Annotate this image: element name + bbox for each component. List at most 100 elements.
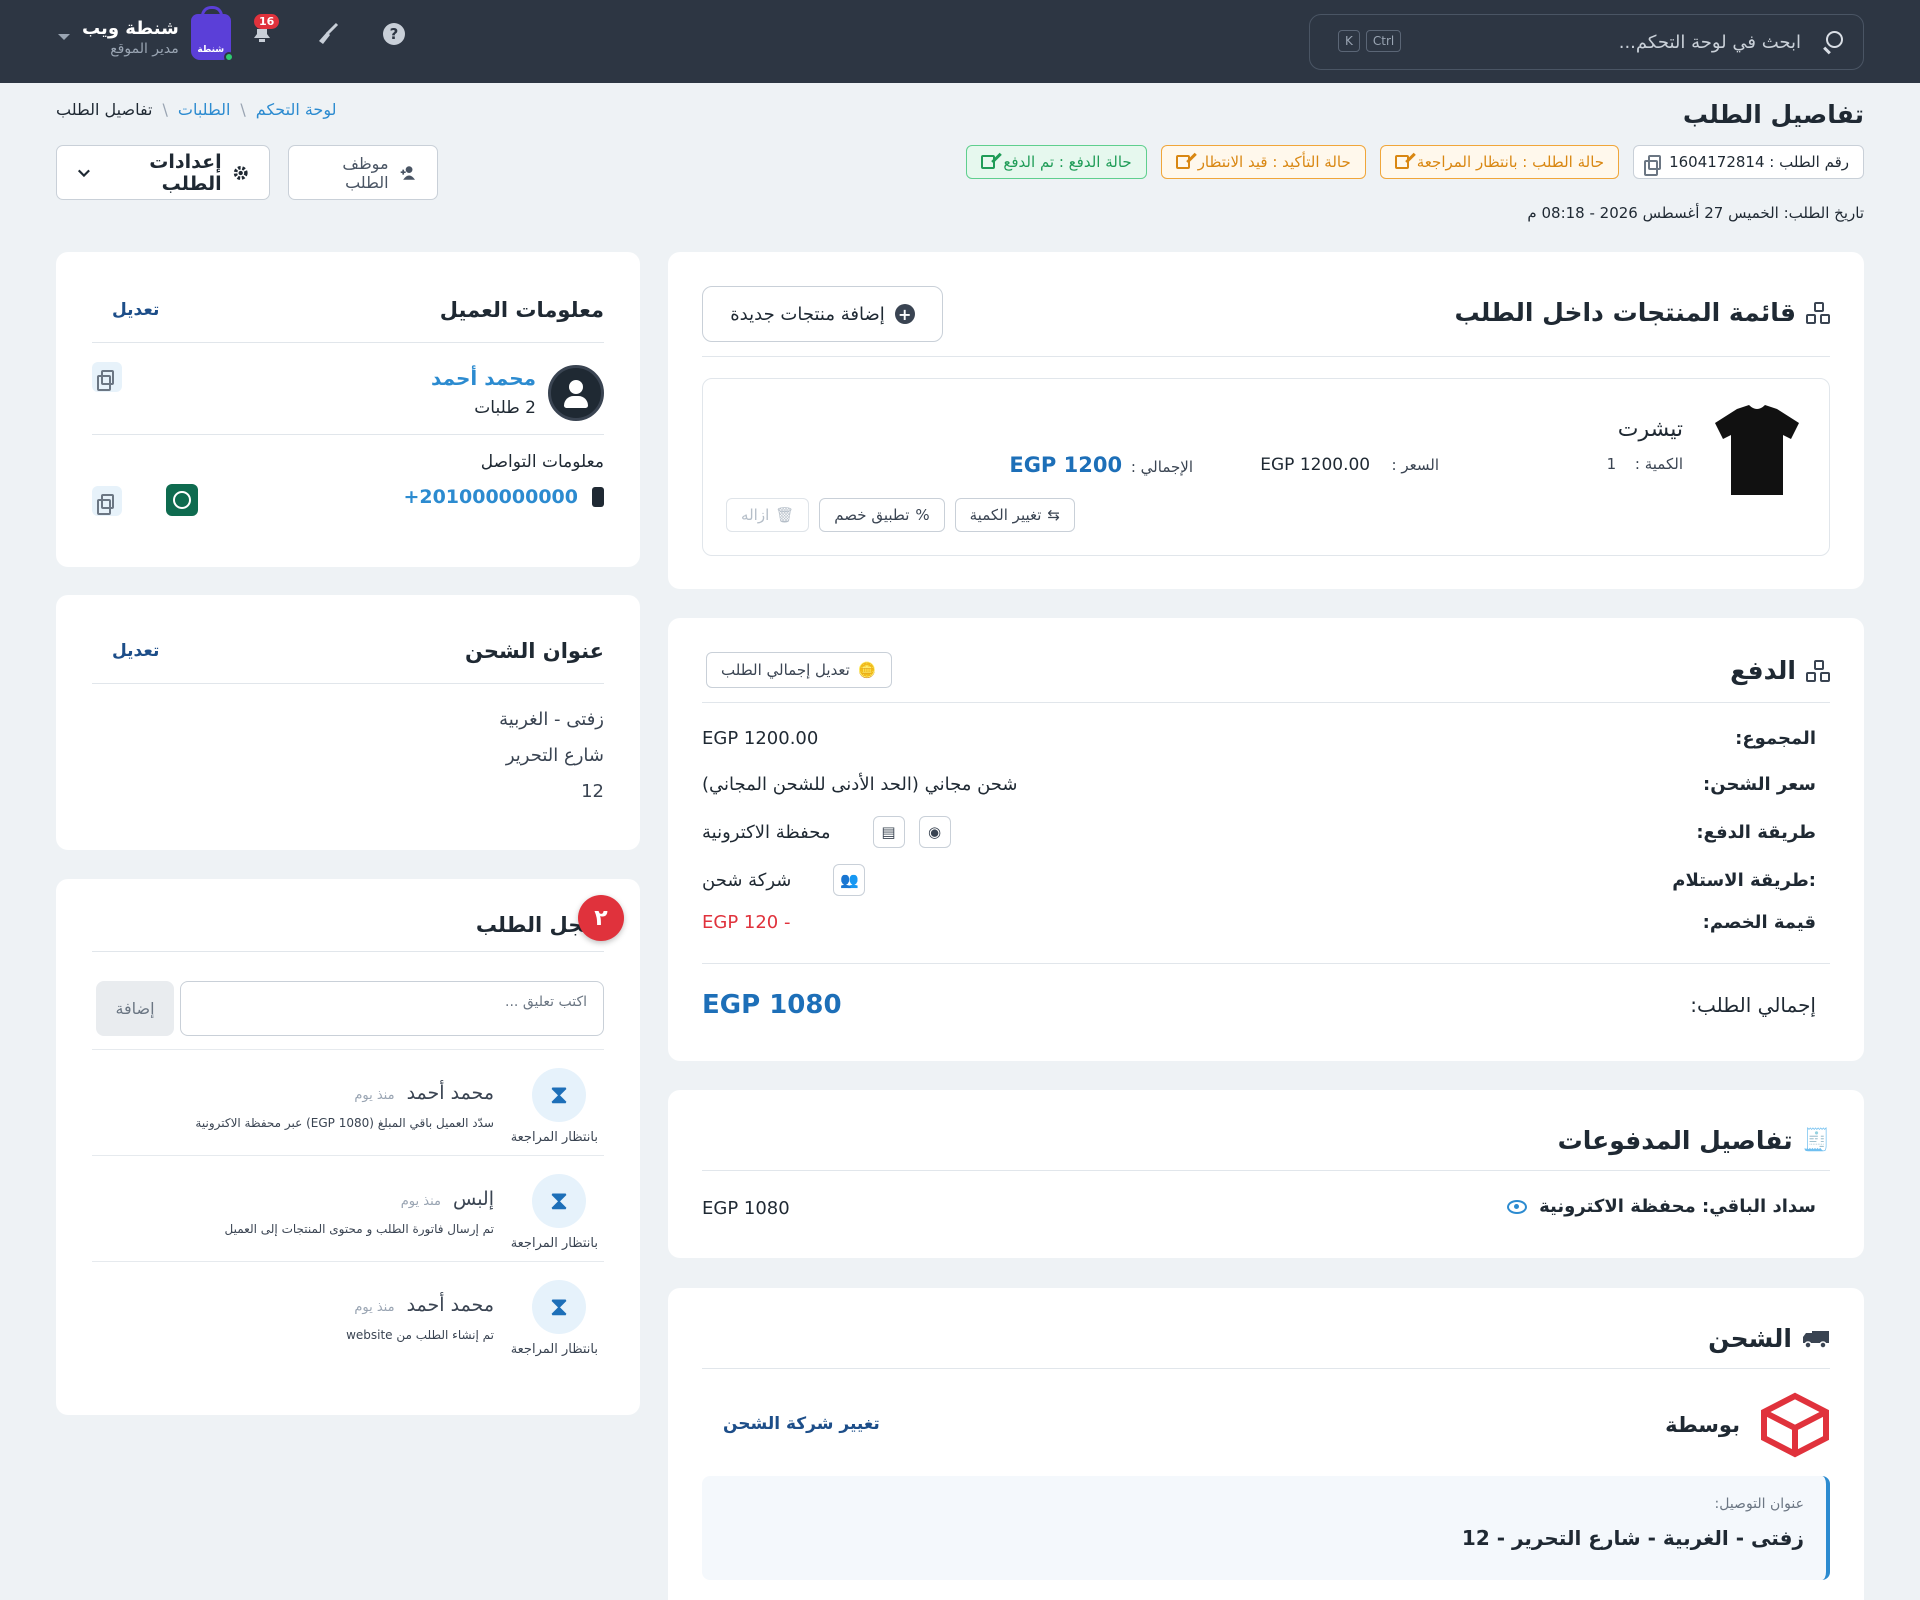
cash-register-icon[interactable]: ▤ [872,816,905,848]
people-icon: 👥 [833,864,866,896]
address-line: 12 [581,781,604,802]
breadcrumb-orders[interactable]: الطلبات [178,100,231,119]
divider [92,951,604,952]
product-total: الإجمالي : EGP 1200 [1009,453,1193,477]
hourglass-icon: ⧗ [532,1068,586,1122]
log-status: بانتظار المراجعة [510,1342,598,1357]
divider [92,683,604,684]
copy-icon [96,493,114,515]
add-products-button[interactable]: + إضافة منتجات جديدة [702,286,943,342]
edit-address-button[interactable]: تعديل [112,641,159,661]
payment-status: حالة الدفع : تم الدفع [1003,153,1132,171]
clear-cache-button[interactable] [314,20,342,48]
remove-product-label: ازاله [741,506,770,524]
order-status: حالة الطلب : بانتظار المراجعة [1416,153,1605,171]
breadcrumb-separator: \ [162,100,168,119]
broom-icon [319,22,339,44]
gear-icon [233,165,248,180]
search-shortcut: K Ctrl [1338,30,1402,52]
payments-details-card: 🧾 تفاصيل المدفوعات سداد الباقي: محفظة ال… [668,1090,1864,1258]
log-entry: ⧗ بانتظار المراجعة محمد أحمد منذ يوم سدّ… [92,1049,604,1155]
payment-method-row: طريقة الدفع: محفظة الاكترونية ▤ ◉ [702,816,1816,848]
change-qty-button[interactable]: ⇆ تغيير الكمية [954,498,1075,532]
log-time: منذ يوم [354,1088,395,1103]
divider [702,356,1830,357]
add-comment-button[interactable]: إضافة [96,981,174,1036]
confirm-status-button[interactable]: حالة التأكيد : قيد الانتظار [1160,145,1366,179]
products-card: قائمة المنتجات داخل الطلب + إضافة منتجات… [668,252,1864,589]
delivery-address-label: عنوان التوصيل: [1714,1496,1804,1512]
order-log-card: سجل الطلب ٢ اكتب تعليق ... إضافة ⧗ بانتظ… [56,879,640,1415]
chevron-down-icon [58,34,70,40]
receipt-icon: 🧾 [1802,1128,1830,1153]
divider [92,434,604,435]
shipping-title: الشحن [1708,1324,1792,1353]
user-menu[interactable]: شنطة ويب مدير الموقع شنطة [58,6,234,62]
copy-icon [96,369,114,391]
eye-icon[interactable]: ◉ [918,816,951,848]
apply-discount-button[interactable]: % تطبيق خصم [819,498,945,532]
search-input[interactable]: ابحث في لوحة التحكم... [1619,32,1801,53]
order-number: رقم الطلب : 1604172814 [1669,153,1849,171]
order-number-badge: رقم الطلب : 1604172814 [1633,145,1864,179]
kbd-k: K [1338,30,1360,52]
phone-row: +201000000000 [403,486,604,508]
whatsapp-icon [173,491,191,509]
shipping-address-card: عنوان الشحن تعديل زفتى - الغربية شارع ال… [56,595,640,850]
trash-icon: 🗑 [775,506,795,524]
subtotal-row: المجموع: EGP 1200.00 [702,728,1816,749]
edit-order-total-button[interactable]: 🪙 تعديل إجمالي الطلب [706,652,892,688]
boxes-icon [1806,301,1830,324]
order-status-button[interactable]: حالة الطلب : بانتظار المراجعة [1379,145,1620,179]
discount-label: قيمة الخصم: [1702,912,1816,933]
user-name: شنطة ويب [82,17,179,39]
edit-customer-button[interactable]: تعديل [112,300,159,320]
order-staff-button[interactable]: موظف الطلب [288,145,438,200]
percent-icon: % [915,506,930,524]
boxes-icon [1806,659,1830,682]
divider [702,963,1830,964]
step-marker: ٢ [578,895,624,941]
comment-input[interactable]: اكتب تعليق ... [180,981,604,1036]
help-icon: ? [383,23,405,45]
grand-total-value: EGP 1080 [702,990,842,1020]
order-settings-button[interactable]: إعدادات الطلب [56,145,270,200]
log-description: سدّد العميل باقي المبلغ (EGP 1080) عبر م… [195,1116,494,1130]
breadcrumb-dashboard[interactable]: لوحة التحكم [256,100,337,119]
bosta-logo [1761,1392,1829,1458]
whatsapp-button[interactable] [166,484,198,516]
product-item: تيشرت الكمية : 1 السعر : EGP 1200.00 الإ… [702,378,1830,556]
shipping-title-row: الشحن [1708,1324,1830,1353]
copy-customer-button[interactable] [92,362,122,392]
payment-card: الدفع 🪙 تعديل إجمالي الطلب المجموع: EGP … [668,618,1864,1061]
courier-name: بوسطة [1665,1413,1740,1437]
product-qty: الكمية : 1 [1597,455,1683,473]
change-courier-button[interactable]: تغيير شركة الشحن [723,1414,880,1434]
edit-icon [1175,155,1190,169]
product-qty-label: الكمية : [1634,455,1683,473]
chevron-down-icon [77,169,90,177]
log-description: تم إنشاء الطلب من website [346,1328,494,1342]
contact-info-label: معلومات التواصل [480,452,604,472]
customer-phone[interactable]: +201000000000 [403,486,578,508]
apply-discount-label: تطبيق خصم [834,506,910,524]
grand-total-label: إجمالي الطلب: [1690,993,1816,1017]
copy-icon[interactable] [1644,154,1662,176]
shipping-fee-value: شحن مجاني (الحد الأدنى للشحن المجاني) [702,774,1018,795]
add-user-icon [400,165,415,180]
divider [92,342,604,343]
remaining-payment-label: سداد الباقي: محفظة الاكترونية [1539,1196,1816,1217]
log-author: محمد أحمد [406,1082,494,1104]
help-button[interactable]: ? [380,20,408,48]
eye-icon[interactable] [1507,1199,1528,1214]
product-actions: ⇆ تغيير الكمية % تطبيق خصم 🗑 ازاله [726,498,1075,532]
plus-icon: + [894,304,915,324]
payment-status-button[interactable]: حالة الدفع : تم الدفع [966,145,1147,179]
copy-phone-button[interactable] [92,486,122,516]
remove-product-button[interactable]: 🗑 ازاله [726,498,810,532]
subtotal-value: EGP 1200.00 [702,728,819,749]
order-staff-label: موظف الطلب [342,153,389,192]
search-bar[interactable]: ابحث في لوحة التحكم... K Ctrl [1309,14,1864,70]
notifications-button[interactable]: 16 [248,14,280,48]
customer-name[interactable]: محمد أحمد [431,366,536,390]
